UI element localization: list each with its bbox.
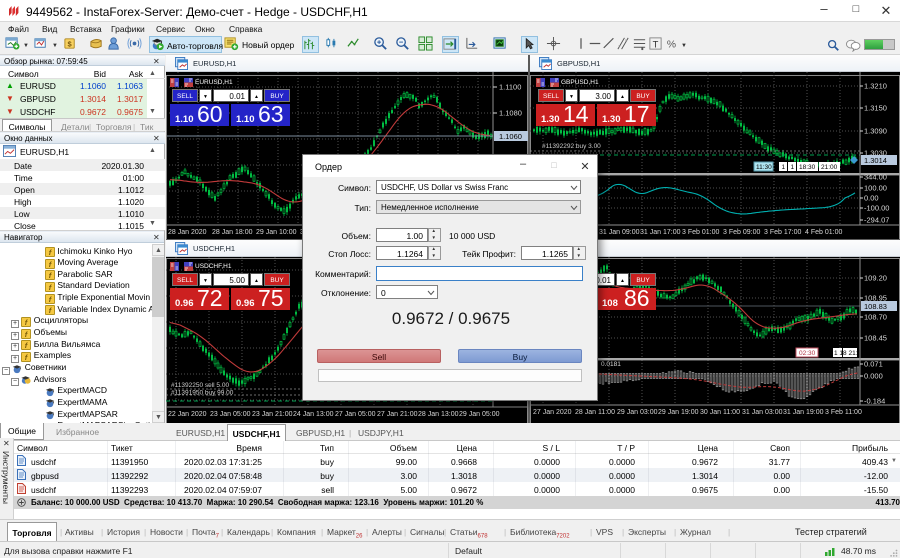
svg-text:1.1100: 1.1100 xyxy=(499,83,521,92)
svg-text:100.00: 100.00 xyxy=(864,184,887,193)
svg-text:108.70: 108.70 xyxy=(864,313,887,322)
svg-text:29 Jan 05:00: 29 Jan 05:00 xyxy=(459,411,500,418)
svg-text:0.071: 0.071 xyxy=(864,360,883,369)
svg-text:#11392292 buy 3.00: #11392292 buy 3.00 xyxy=(542,143,601,150)
svg-text:11:30: 11:30 xyxy=(756,164,772,171)
svg-text:1.1060: 1.1060 xyxy=(499,132,522,141)
svg-text:21:00: 21:00 xyxy=(821,164,838,171)
svg-text:1 18 21:: 1 18 21: xyxy=(834,350,858,357)
svg-text:108.45: 108.45 xyxy=(864,334,887,343)
svg-text:1: 1 xyxy=(791,164,795,171)
svg-text:02:30: 02:30 xyxy=(799,350,816,357)
svg-text:31 Jan 03:00: 31 Jan 03:00 xyxy=(742,409,783,416)
svg-text:24 Jan 13:00: 24 Jan 13:00 xyxy=(293,411,334,418)
svg-text:3 Feb 01:00: 3 Feb 01:00 xyxy=(682,229,719,236)
svg-text:1.3210: 1.3210 xyxy=(864,82,887,91)
svg-text:344.00: 344.00 xyxy=(864,173,887,182)
svg-text:-294.07: -294.07 xyxy=(864,216,889,225)
svg-text:1.1080: 1.1080 xyxy=(499,109,522,118)
svg-text:31 Jan 09:00: 31 Jan 09:00 xyxy=(599,229,640,236)
svg-text:1: 1 xyxy=(782,164,786,171)
svg-text:28 Jan 13:00: 28 Jan 13:00 xyxy=(418,411,459,418)
svg-text:23 Jan 05:00: 23 Jan 05:00 xyxy=(210,411,251,418)
svg-text:28 Jan 11:00: 28 Jan 11:00 xyxy=(575,409,615,416)
svg-text:4 Feb 01:00: 4 Feb 01:00 xyxy=(805,229,842,236)
svg-text:3 Feb 09:00: 3 Feb 09:00 xyxy=(723,229,760,236)
svg-text:0.0181: 0.0181 xyxy=(601,361,621,368)
svg-text:27 Jan 21:00: 27 Jan 21:00 xyxy=(377,411,418,418)
svg-text:29 Jan 19:00: 29 Jan 19:00 xyxy=(658,409,699,416)
svg-text:1.3014: 1.3014 xyxy=(864,156,887,165)
svg-text:109.20: 109.20 xyxy=(864,274,887,283)
svg-text:108.83: 108.83 xyxy=(864,302,887,311)
svg-text:-100.00: -100.00 xyxy=(864,204,889,213)
svg-text:#11391950 buy 99.00: #11391950 buy 99.00 xyxy=(171,390,234,397)
svg-text:31 Jan 19:00: 31 Jan 19:00 xyxy=(783,409,824,416)
svg-text:1.3150: 1.3150 xyxy=(864,104,887,113)
svg-text:-0.184: -0.184 xyxy=(864,397,885,406)
svg-text:%: % xyxy=(667,39,676,50)
svg-text:0.000: 0.000 xyxy=(864,372,883,381)
svg-text:18:30: 18:30 xyxy=(799,164,816,171)
svg-text:22 Jan 2020: 22 Jan 2020 xyxy=(168,411,207,418)
svg-text:31 Jan 17:00: 31 Jan 17:00 xyxy=(640,229,681,236)
svg-text:1.3090: 1.3090 xyxy=(864,127,887,136)
svg-text:30 Jan 11:00: 30 Jan 11:00 xyxy=(700,409,740,416)
svg-text:28 Jan 2020: 28 Jan 2020 xyxy=(168,229,207,236)
svg-text:#11392250 sell 5.00: #11392250 sell 5.00 xyxy=(171,382,229,389)
svg-text:29 Jan 10:00: 29 Jan 10:00 xyxy=(256,229,297,236)
svg-text:29 Jan 03:00: 29 Jan 03:00 xyxy=(617,409,658,416)
svg-text:27 Jan 05:00: 27 Jan 05:00 xyxy=(335,411,376,418)
svg-text:T: T xyxy=(653,39,659,49)
svg-text:23 Jan 21:00: 23 Jan 21:00 xyxy=(252,411,293,418)
svg-text:28 Jan 18:00: 28 Jan 18:00 xyxy=(212,229,253,236)
svg-text:3 Feb 17:00: 3 Feb 17:00 xyxy=(764,229,801,236)
svg-text:27 Jan 2020: 27 Jan 2020 xyxy=(533,409,572,416)
svg-text:0.00: 0.00 xyxy=(864,194,879,203)
svg-text:3 Feb 11:00: 3 Feb 11:00 xyxy=(825,409,862,416)
